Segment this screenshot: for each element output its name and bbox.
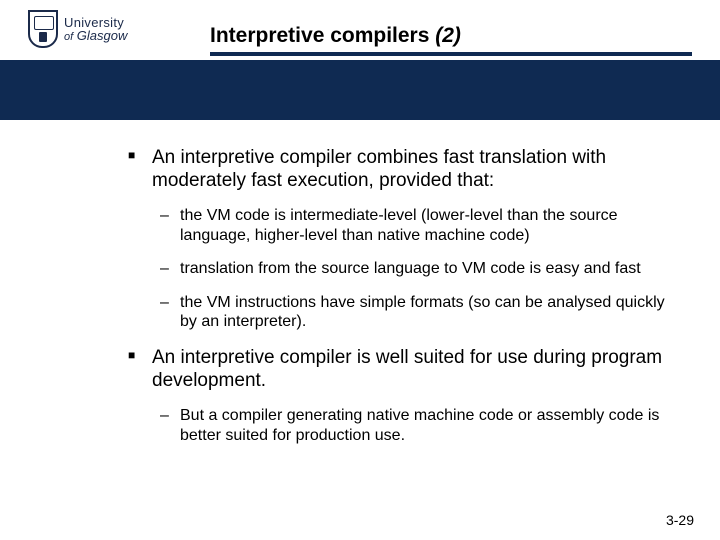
bullet-text: An interpretive compiler combines fast t… xyxy=(152,147,606,191)
slide-title: Interpretive compilers (2) xyxy=(210,24,461,48)
bullet-level2: the VM instructions have simple formats … xyxy=(110,293,680,332)
bullet-text: the VM instructions have simple formats … xyxy=(180,294,665,331)
crest-icon xyxy=(28,10,58,48)
bullet-level2: the VM code is intermediate-level (lower… xyxy=(110,206,680,245)
title-main: Interpretive compilers xyxy=(210,24,435,47)
content-area: An interpretive compiler combines fast t… xyxy=(0,120,720,459)
title-underline xyxy=(210,52,692,56)
bullet-level2: But a compiler generating native machine… xyxy=(110,406,680,445)
slide: University of Glasgow Interpretive compi… xyxy=(0,0,720,540)
bullet-text: But a compiler generating native machine… xyxy=(180,407,659,444)
bullet-level1: An interpretive compiler combines fast t… xyxy=(110,146,680,192)
title-paren: (2) xyxy=(435,24,461,47)
logo-line2: of Glasgow xyxy=(64,29,127,43)
header-band xyxy=(0,60,720,120)
header: University of Glasgow Interpretive compi… xyxy=(0,0,720,58)
bullet-text: translation from the source language to … xyxy=(180,260,641,277)
bullet-level1: An interpretive compiler is well suited … xyxy=(110,346,680,392)
university-name: University of Glasgow xyxy=(64,16,127,43)
bullet-level2: translation from the source language to … xyxy=(110,259,680,279)
university-logo: University of Glasgow xyxy=(28,10,127,48)
bullet-text: the VM code is intermediate-level (lower… xyxy=(180,207,618,244)
bullet-text: An interpretive compiler is well suited … xyxy=(152,347,662,391)
page-number: 3-29 xyxy=(666,512,694,528)
